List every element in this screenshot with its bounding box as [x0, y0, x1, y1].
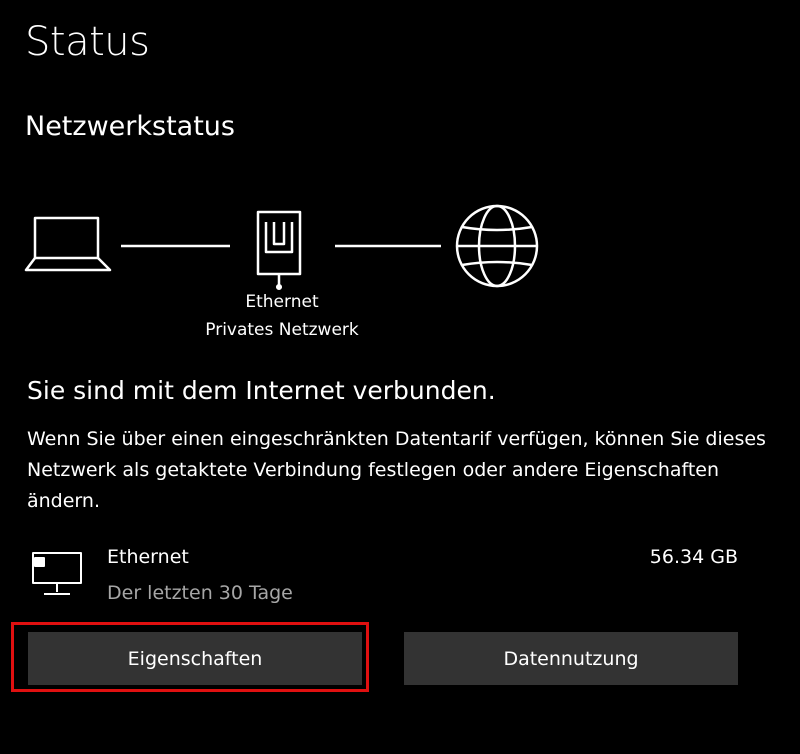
ethernet-port-icon [256, 210, 302, 291]
metered-connection-description: Wenn Sie über einen eingeschränkten Date… [27, 428, 766, 512]
laptop-icon [24, 216, 112, 272]
connected-heading: Sie sind mit dem Internet verbunden. [27, 376, 496, 405]
data-usage-value: 56.34 GB [649, 546, 738, 568]
network-status-heading: Netzwerkstatus [25, 111, 235, 142]
adapter-name: Ethernet [107, 546, 189, 568]
network-adapter-icon [30, 550, 86, 600]
usage-period: Der letzten 30 Tage [107, 582, 293, 604]
globe-icon [455, 204, 539, 288]
page-title: Status [25, 19, 150, 65]
connection-name: Ethernet [245, 292, 319, 312]
properties-button[interactable]: Eigenschaften [28, 632, 362, 685]
network-profile: Privates Netzwerk [205, 320, 359, 340]
data-usage-button[interactable]: Datennutzung [404, 632, 738, 685]
